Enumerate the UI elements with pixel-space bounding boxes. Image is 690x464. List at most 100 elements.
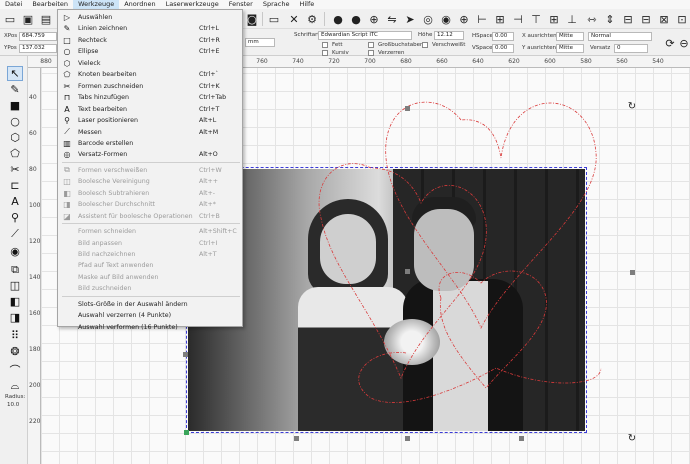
selection-handle[interactable] bbox=[519, 436, 524, 441]
space-h-icon[interactable]: ⊟ bbox=[620, 11, 636, 27]
menu-3[interactable]: Anordnen bbox=[119, 0, 160, 9]
space-v-icon[interactable]: ⊟ bbox=[638, 11, 654, 27]
hspace-input[interactable]: 0.00 bbox=[492, 32, 514, 41]
selection-handle[interactable] bbox=[405, 106, 410, 111]
radius-value[interactable]: 10.0 bbox=[7, 402, 19, 408]
bold-checkbox[interactable] bbox=[322, 42, 328, 48]
grid-array-icon[interactable]: ⠿ bbox=[7, 328, 23, 343]
menu-4[interactable]: Laserwerkzeuge bbox=[161, 0, 224, 9]
menu-item[interactable]: ⬠ Knoten bearbeiten Ctrl+` bbox=[58, 69, 244, 80]
offset-input[interactable]: 0 bbox=[614, 44, 648, 53]
menu-item-label: Rechteck bbox=[78, 36, 107, 44]
pen-tool-icon[interactable]: ✎ bbox=[7, 82, 23, 97]
center-icon[interactable]: ⊕ bbox=[456, 11, 472, 27]
menu-item[interactable]: A Text bearbeiten Ctrl+T bbox=[58, 104, 244, 115]
align-top-icon[interactable]: ⊤ bbox=[528, 11, 544, 27]
rotate-handle-icon[interactable]: ↻ bbox=[624, 430, 640, 446]
trim-tool-icon[interactable]: ✂ bbox=[7, 162, 23, 177]
boolean-union-icon[interactable]: ◫ bbox=[7, 278, 23, 293]
menu-item[interactable]: ▷ Auswählen bbox=[58, 12, 244, 23]
menu-2[interactable]: Werkzeuge bbox=[73, 0, 120, 9]
laser-position-tool-icon[interactable]: ⚲ bbox=[7, 210, 23, 225]
menu-5[interactable]: Fenster bbox=[224, 0, 258, 9]
selection-handle[interactable] bbox=[630, 270, 635, 275]
menu-item[interactable]: ✂ Formen zuschneiden Ctrl+K bbox=[58, 81, 244, 92]
menu-7[interactable]: Hilfe bbox=[294, 0, 319, 9]
menu-item[interactable]: ○ Ellipse Ctrl+E bbox=[58, 46, 244, 57]
move-together-icon[interactable]: ⊠ bbox=[656, 11, 672, 27]
polygon-tool-icon[interactable]: ⬡ bbox=[7, 130, 23, 145]
ruler-tick: 740 bbox=[292, 58, 304, 65]
wrench-icon[interactable]: ⚙ bbox=[304, 11, 320, 27]
yalign-select[interactable]: Mitte bbox=[556, 44, 584, 53]
welded-checkbox[interactable] bbox=[422, 42, 428, 48]
open-folder-icon[interactable]: ▣ bbox=[20, 11, 36, 27]
align-right-icon[interactable]: ⊣ bbox=[510, 11, 526, 27]
text-tool-icon[interactable]: A bbox=[7, 194, 23, 209]
menu-6[interactable]: Sprache bbox=[258, 0, 295, 9]
target-icon[interactable]: ◎ bbox=[420, 11, 436, 27]
font-select[interactable]: Edwardian Script ITC bbox=[318, 31, 412, 40]
menu-item[interactable]: ⬡ Vieleck bbox=[58, 58, 244, 69]
settings-tools-icon[interactable]: ✕ bbox=[286, 11, 302, 27]
monitor-icon[interactable]: ▭ bbox=[266, 11, 282, 27]
menu-item[interactable]: Auswahl verformen (16 Punkte) bbox=[58, 322, 244, 333]
ellipse-tool-icon[interactable]: ○ bbox=[7, 114, 23, 129]
origin-handle[interactable] bbox=[184, 430, 189, 435]
menu-1[interactable]: Bearbeiten bbox=[27, 0, 73, 9]
delete-icon[interactable]: ⊖ bbox=[676, 35, 690, 51]
xalign-select[interactable]: Mitte bbox=[556, 32, 584, 41]
menu-item[interactable]: Slots-Größe in der Auswahl ändern bbox=[58, 299, 244, 310]
selection-center-handle[interactable] bbox=[405, 269, 410, 274]
caps-checkbox[interactable] bbox=[368, 42, 374, 48]
align-left-icon[interactable]: ⊢ bbox=[474, 11, 490, 27]
group-icon[interactable]: ● bbox=[330, 11, 346, 27]
boolean-subtract-icon[interactable]: ◧ bbox=[7, 294, 23, 309]
open-file-icon[interactable]: ▭ bbox=[2, 11, 18, 27]
menu-item[interactable]: ⚲ Laser positionieren Alt+L bbox=[58, 115, 244, 126]
align-middle-icon[interactable]: ⊞ bbox=[546, 11, 562, 27]
send-icon[interactable]: ➤ bbox=[402, 11, 418, 27]
selection-handle[interactable] bbox=[405, 436, 410, 441]
select-tool-icon[interactable]: ↖ bbox=[7, 66, 23, 81]
boolean-intersect-icon[interactable]: ◨ bbox=[7, 310, 23, 325]
distribute-v-icon[interactable]: ⇕ bbox=[602, 11, 618, 27]
vspace-input[interactable]: 0.00 bbox=[492, 44, 514, 53]
align-bottom-icon[interactable]: ⊥ bbox=[564, 11, 580, 27]
corner-chamfer-icon[interactable]: ⌓ bbox=[7, 378, 23, 393]
ypos-input[interactable]: 137.032 bbox=[19, 44, 57, 53]
dock-icon[interactable]: ⊡ bbox=[674, 11, 690, 27]
xpos-input[interactable]: 684.759 bbox=[19, 32, 57, 41]
measure-tool-icon[interactable]: ⟋ bbox=[7, 226, 23, 241]
corner-round-icon[interactable]: ⌒ bbox=[7, 362, 23, 377]
menu-item[interactable]: ▥ Barcode erstellen bbox=[58, 138, 244, 149]
circular-array-icon[interactable]: ❂ bbox=[7, 344, 23, 359]
weld-tool-icon[interactable]: ⧉ bbox=[7, 262, 23, 277]
menu-item[interactable]: □ Rechteck Ctrl+R bbox=[58, 35, 244, 46]
menu-item[interactable]: ◎ Versatz-Formen Alt+O bbox=[58, 149, 244, 160]
distribute-h-icon[interactable]: ⇿ bbox=[584, 11, 600, 27]
menu-item[interactable]: Auswahl verzerren (4 Punkte) bbox=[58, 310, 244, 321]
text-icon: A bbox=[64, 104, 70, 114]
menu-item[interactable]: ✎ Linien zeichnen Ctrl+L bbox=[58, 23, 244, 34]
target-alt-icon[interactable]: ◉ bbox=[438, 11, 454, 27]
align-icon[interactable]: ⊕ bbox=[366, 11, 382, 27]
tabs-tool-icon[interactable]: ⊏ bbox=[7, 178, 23, 193]
unit-field[interactable]: mm bbox=[245, 38, 275, 47]
offset-tool-icon[interactable]: ◉ bbox=[7, 244, 23, 259]
align-center-icon[interactable]: ⊞ bbox=[492, 11, 508, 27]
ungroup-icon[interactable]: ● bbox=[348, 11, 364, 27]
selection-handle[interactable] bbox=[294, 436, 299, 441]
selection-handle[interactable] bbox=[183, 352, 188, 357]
node-edit-tool-icon[interactable]: ⬠ bbox=[7, 146, 23, 161]
flip-icon[interactable]: ⇋ bbox=[384, 11, 400, 27]
menu-item[interactable]: ⟋ Messen Alt+M bbox=[58, 127, 244, 138]
save-icon[interactable]: ▤ bbox=[38, 11, 54, 27]
menu-item[interactable]: ⊓ Tabs hinzufügen Ctrl+Tab bbox=[58, 92, 244, 103]
camera-icon[interactable]: ◙ bbox=[244, 11, 260, 27]
menu-0[interactable]: Datei bbox=[0, 0, 27, 9]
rectangle-tool-icon[interactable]: ■ bbox=[7, 98, 23, 113]
height-input[interactable]: 12.12 bbox=[434, 31, 464, 40]
rotate-handle-icon[interactable]: ↻ bbox=[624, 98, 640, 114]
style-select[interactable]: Normal bbox=[588, 32, 652, 41]
